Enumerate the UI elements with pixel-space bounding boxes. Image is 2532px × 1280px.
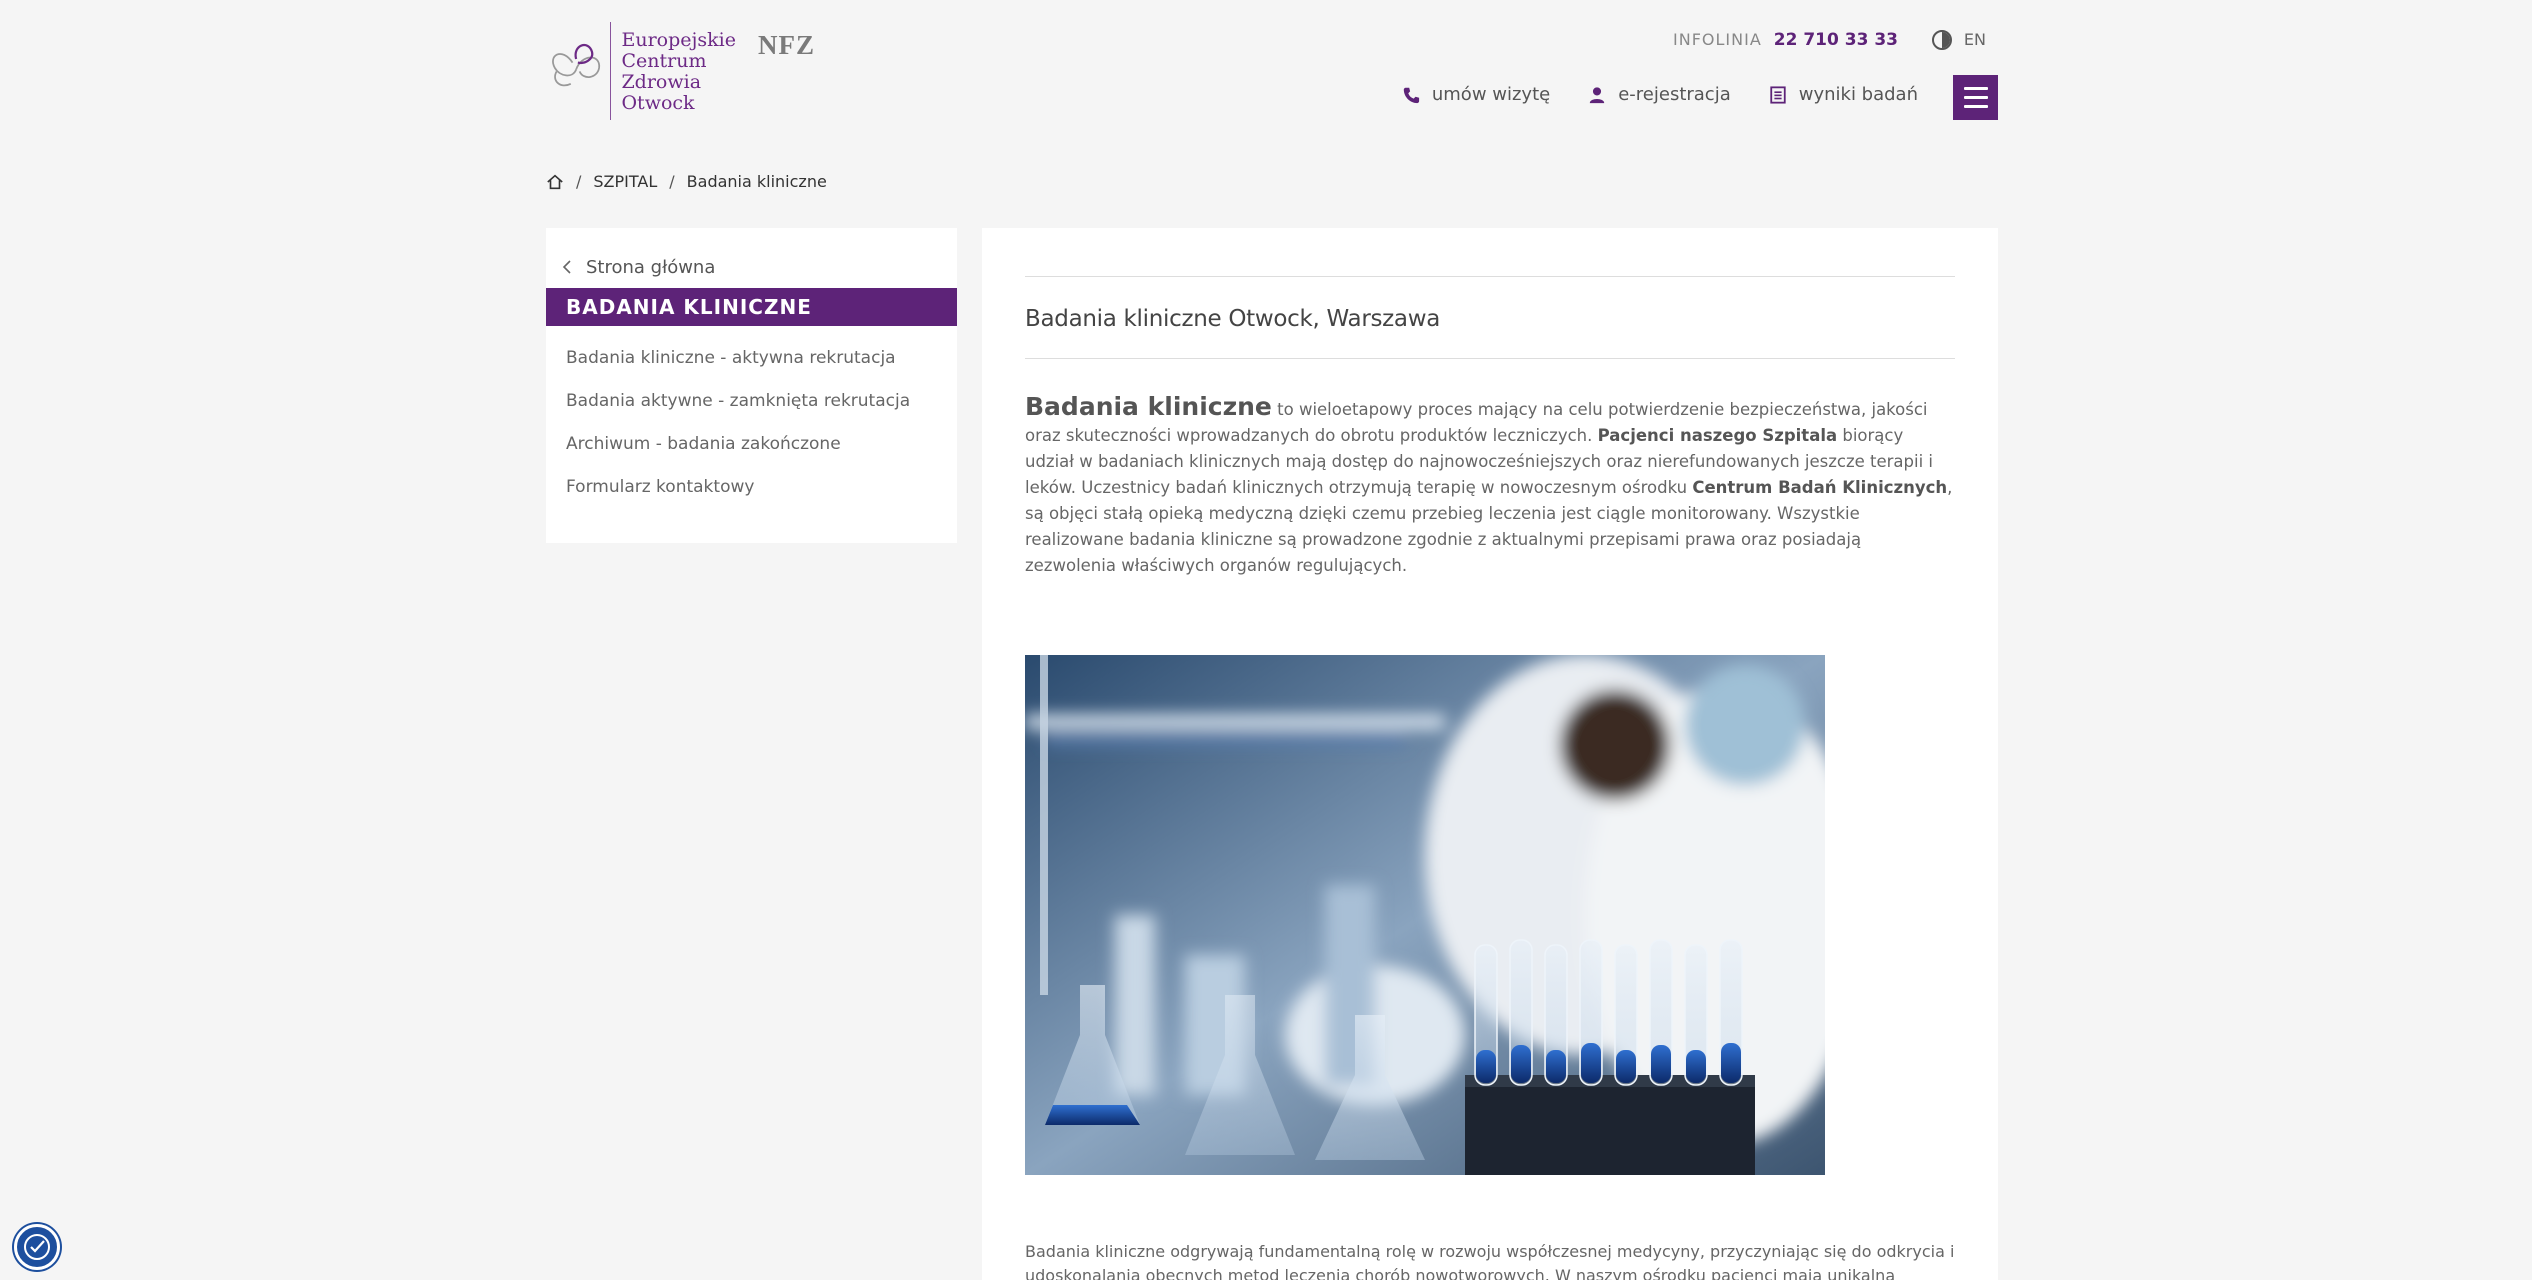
sidebar-item-closed-recruitment[interactable]: Badania aktywne - zamknięta rekrutacja: [566, 391, 957, 434]
language-switch[interactable]: EN: [1964, 30, 1986, 49]
intro-bold: Pacjenci naszego Szpitala: [1597, 426, 1838, 445]
chevron-left-icon: [562, 260, 571, 274]
quicklink-label: wyniki badań: [1798, 84, 1918, 105]
sidebar-back-link[interactable]: Strona główna: [546, 228, 957, 288]
infoline: INFOLINIA 22 710 33 33: [1673, 30, 1898, 50]
hamburger-icon: [1963, 105, 1988, 108]
quick-links: umów wizytę e-rejestracja wyniki badań: [1402, 84, 1918, 105]
sidebar-item-contact-form[interactable]: Formularz kontaktowy: [566, 477, 957, 520]
sidebar-item-archive[interactable]: Archiwum - badania zakończone: [566, 434, 957, 477]
laboratory-photo: [1025, 655, 1825, 1175]
sidebar-menu: Badania kliniczne - aktywna rekrutacja B…: [546, 326, 957, 520]
heart-logo-icon: [552, 43, 600, 87]
sidebar-back-label: Strona główna: [586, 256, 716, 278]
sidebar-title: BADANIA KLINICZNE: [546, 288, 957, 326]
breadcrumb-separator: /: [576, 172, 582, 191]
infoline-label: INFOLINIA: [1673, 30, 1762, 49]
breadcrumb-item-current: Badania kliniczne: [686, 172, 827, 191]
hamburger-menu-button[interactable]: [1953, 75, 1998, 120]
breadcrumb: / SZPITAL / Badania kliniczne: [546, 172, 827, 191]
logo-text: Europejskie Centrum Zdrowia Otwock: [621, 22, 736, 114]
e-registration-link[interactable]: e-rejestracja: [1588, 84, 1731, 105]
sidebar-item-active-recruitment[interactable]: Badania kliniczne - aktywna rekrutacja: [566, 348, 957, 391]
book-visit-link[interactable]: umów wizytę: [1402, 84, 1550, 105]
phone-icon: [1403, 87, 1419, 103]
page-title: Badania kliniczne Otwock, Warszawa: [1025, 306, 1441, 332]
logo-line: Centrum: [621, 50, 707, 72]
logo-line: Europejskie: [621, 29, 736, 51]
infoline-phone[interactable]: 22 710 33 33: [1774, 30, 1898, 50]
home-icon[interactable]: [546, 173, 564, 191]
quicklink-label: umów wizytę: [1431, 84, 1551, 105]
breadcrumb-item-szpital[interactable]: SZPITAL: [593, 172, 657, 191]
quicklink-label: e-rejestracja: [1618, 84, 1731, 105]
contrast-icon[interactable]: [1932, 30, 1952, 50]
intro-bold: Centrum Badań Klinicznych: [1692, 478, 1948, 497]
site-logo[interactable]: Europejskie Centrum Zdrowia Otwock: [546, 22, 736, 122]
breadcrumb-separator: /: [669, 172, 675, 191]
document-icon: [1770, 85, 1786, 104]
intro-paragraph: Badania kliniczne to wieloetapowy proces…: [1025, 394, 1955, 579]
logo-line: Zdrowia: [621, 71, 702, 93]
logo-line: Otwock: [621, 92, 695, 114]
divider: [1025, 358, 1955, 359]
user-icon: [1590, 86, 1605, 103]
nfz-logo[interactable]: NFZ: [758, 30, 815, 61]
divider: [1025, 276, 1955, 277]
test-results-link[interactable]: wyniki badań: [1769, 84, 1918, 105]
hamburger-icon: [1963, 96, 1988, 99]
body-paragraph: Badania kliniczne odgrywają fundamentaln…: [1025, 1242, 1955, 1280]
sidebar: Strona główna BADANIA KLINICZNE Badania …: [546, 228, 957, 543]
hamburger-icon: [1963, 87, 1988, 90]
accessibility-icon: [24, 1234, 50, 1260]
main-content: Badania kliniczne Otwock, Warszawa Badan…: [982, 228, 1998, 1280]
logo-divider: [609, 22, 612, 120]
accessibility-button[interactable]: [14, 1224, 60, 1270]
intro-lead: Badania kliniczne: [1025, 392, 1272, 421]
